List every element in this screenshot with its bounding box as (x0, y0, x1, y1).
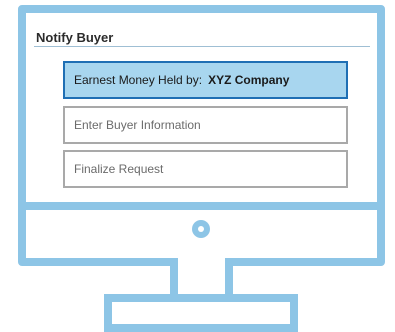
option-label: Enter Buyer Information (74, 118, 201, 132)
screen-bezel-divider (18, 202, 385, 210)
panel-divider (34, 46, 370, 47)
option-label: Earnest Money Held by: (74, 73, 203, 87)
option-label: Finalize Request (74, 162, 164, 176)
option-finalize-request[interactable]: Finalize Request (63, 150, 348, 188)
monitor-illustration: Notify Buyer Earnest Money Held by: XYZ … (0, 0, 395, 332)
option-value: XYZ Company (208, 73, 290, 87)
monitor-stand-neck (170, 258, 233, 298)
monitor-stand-base (104, 294, 298, 332)
power-button-icon (192, 220, 210, 238)
option-earnest-money[interactable]: Earnest Money Held by: XYZ Company (63, 61, 348, 99)
panel-title: Notify Buyer (36, 30, 114, 45)
option-enter-buyer-information[interactable]: Enter Buyer Information (63, 106, 348, 144)
